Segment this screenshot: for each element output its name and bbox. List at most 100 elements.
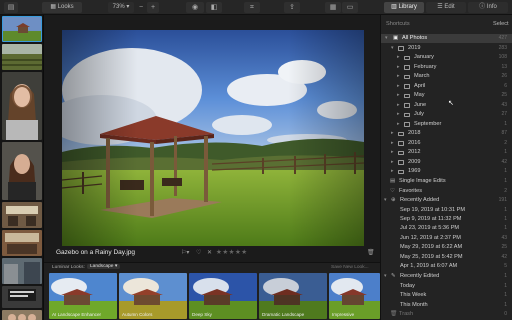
chevron-down-icon: ▾ <box>384 197 387 203</box>
sidebar-item-jun-12-2019-at-2-37-pm[interactable]: Jun 12, 2019 at 2:37 PM 43 <box>381 234 512 243</box>
thumbnail-gazebo[interactable] <box>2 16 42 42</box>
chevron-right-icon[interactable]: ▸ <box>397 91 400 100</box>
zoom-in-button[interactable]: + <box>147 2 159 13</box>
item-count: 283 <box>498 44 507 51</box>
chevron-right-icon[interactable]: ▸ <box>397 82 400 91</box>
sidebar-item-label: Trash <box>399 311 414 317</box>
sidebar-item-june[interactable]: ▸ June 43 <box>381 101 512 110</box>
sidebar-item-september[interactable]: ▸ September 1 <box>381 120 512 129</box>
sidebar-item-2019[interactable]: ▾ 2019 283 <box>381 44 512 53</box>
look-card-autumn-colors[interactable]: Autumn Colors <box>119 273 187 319</box>
tab-info[interactable]: ⓘ Info <box>468 2 508 13</box>
chevron-right-icon[interactable]: ▸ <box>391 167 394 176</box>
star-rating[interactable]: ★★★★★ <box>216 248 248 256</box>
sidebar-item-this-month[interactable]: This Month 1 <box>381 301 512 310</box>
thumbnail-vineyard[interactable] <box>2 44 42 70</box>
crop-icon[interactable]: ⌗ <box>244 2 260 13</box>
sidebar-item-label: Apr 1, 2019 at 6:07 AM <box>400 263 458 270</box>
chevron-right-icon[interactable]: ▸ <box>397 63 400 72</box>
sidebar-item-jul-23-2019-at-5-36-pm[interactable]: Jul 23, 2019 at 5:36 PM 1 <box>381 224 512 233</box>
sidebar-item-recently-added[interactable]: ▾ ⊕ Recently Added 191 <box>381 196 512 205</box>
item-count: 43 <box>501 101 507 108</box>
thumbnail-street[interactable] <box>2 258 42 284</box>
look-card-dramatic-landscape[interactable]: Dramatic Landscape <box>259 273 327 319</box>
thumbnail-group[interactable] <box>2 310 42 320</box>
chevron-right-icon[interactable]: ▸ <box>391 158 394 167</box>
sidebar-item-this-week[interactable]: This Week 1 <box>381 291 512 300</box>
thumbnail-sign[interactable] <box>2 286 42 308</box>
chevron-right-icon[interactable]: ▸ <box>391 139 394 148</box>
chevron-right-icon[interactable]: ▸ <box>391 129 394 138</box>
sidebar-item-sep-9-2019-at-11-32-pm[interactable]: Sep 9, 2019 at 11:32 PM 1 <box>381 215 512 224</box>
sidebar-item-march[interactable]: ▸ March 26 <box>381 72 512 81</box>
sidebar-item-label: Recently Edited <box>400 273 440 279</box>
chevron-right-icon[interactable]: ▸ <box>397 72 400 81</box>
folder-icon <box>404 55 410 60</box>
chevron-right-icon[interactable]: ▸ <box>391 148 394 157</box>
zoom-out-button[interactable]: − <box>136 2 146 13</box>
sidebar-item-february[interactable]: ▸ February 13 <box>381 63 512 72</box>
reject-icon[interactable]: ✕ <box>207 249 212 256</box>
sidebar-item-label: May <box>414 92 425 98</box>
sidebar-toggle-icon[interactable]: ▤ <box>4 2 18 13</box>
zoom-select[interactable]: 73% ▾ <box>108 2 134 13</box>
select-button[interactable]: Select <box>493 20 509 29</box>
sidebar-item-label: Jul 23, 2019 at 5:36 PM <box>400 225 460 232</box>
main-photo[interactable] <box>62 30 364 247</box>
sidebar-item-label: 2009 <box>408 158 421 165</box>
shortcuts-header: Shortcuts Select <box>381 20 512 29</box>
single-edit-icon: ▤ <box>390 178 396 184</box>
single-view-icon[interactable]: ▭ <box>342 2 358 13</box>
sidebar-item-2012[interactable]: ▸ 2012 1 <box>381 148 512 157</box>
sidebar-item-today[interactable]: Today 1 <box>381 282 512 291</box>
sidebar-item-2016[interactable]: ▸ 2016 2 <box>381 139 512 148</box>
thumbnail-portrait-1[interactable] <box>2 72 42 140</box>
sidebar-item-sep-19-2019-at-10-31-pm[interactable]: Sep 19, 2019 at 10:31 PM 1 <box>381 206 512 215</box>
sidebar-item-2018[interactable]: ▸ 2018 87 <box>381 129 512 138</box>
tab-library[interactable]: ▥ Library <box>384 2 424 13</box>
item-count: 26 <box>501 73 507 79</box>
sidebar-item-trash[interactable]: 🗑 Trash 0 <box>381 310 512 319</box>
tab-edit[interactable]: ☰ Edit <box>426 2 466 13</box>
look-card-label: Impressive <box>332 312 355 317</box>
sidebar-item-1969[interactable]: ▸ 1969 1 <box>381 167 512 176</box>
caption-bar: Gazebo on a Rainy Day.jpg ⚐▾ ♡ ✕ ★★★★★ 🗑 <box>44 246 380 262</box>
sidebar-item-may-25-2019-at-5-42-pm[interactable]: May 25, 2019 at 5:42 PM 42 <box>381 253 512 262</box>
sidebar-item-may-29-2019-at-6-22-am[interactable]: May 29, 2019 at 6:22 AM 25 <box>381 243 512 252</box>
gallery-grid-icon[interactable]: ▦ <box>325 2 341 13</box>
eye-icon[interactable]: ◉ <box>186 2 204 13</box>
thumbnail-storefront-2[interactable] <box>2 230 42 256</box>
look-card-ai-landscape[interactable]: AI Landscape Enhancer <box>49 273 117 319</box>
sidebar-item-january[interactable]: ▸ January 108 <box>381 53 512 62</box>
sidebar-item-2009[interactable]: ▸ 2009 42 <box>381 158 512 167</box>
sidebar-item-label: This Week <box>400 292 427 298</box>
looks-category-select[interactable]: Landscape ▾ <box>87 264 121 269</box>
thumbnail-portrait-2[interactable] <box>2 142 42 200</box>
look-card-impressive[interactable]: Impressive <box>329 273 380 319</box>
heart-icon[interactable]: ♡ <box>196 249 201 256</box>
sidebar-item-recently-edited[interactable]: ▾ ✎ Recently Edited 1 <box>381 272 512 281</box>
share-icon[interactable]: ⇪ <box>284 2 300 13</box>
sidebar-item-may[interactable]: ▸ May 25 <box>381 91 512 100</box>
trash-icon[interactable]: 🗑 <box>367 249 375 256</box>
folder-icon <box>398 141 404 146</box>
save-new-look-button[interactable]: Save New Look... <box>331 265 369 270</box>
thumbnail-storefront-1[interactable] <box>2 202 42 228</box>
sidebar-item-april[interactable]: ▸ April 6 <box>381 82 512 91</box>
sidebar-item-all-photos[interactable]: ▾ ▣ All Photos 427 <box>381 34 512 44</box>
chevron-right-icon[interactable]: ▸ <box>397 120 400 129</box>
sidebar-item-july[interactable]: ▸ July 27 <box>381 110 512 119</box>
sidebar-item-label: July <box>414 111 424 117</box>
flag-icon[interactable]: ⚐▾ <box>181 249 189 256</box>
chevron-right-icon[interactable]: ▸ <box>397 53 400 62</box>
chevron-right-icon[interactable]: ▸ <box>397 101 400 110</box>
sidebar-item-label: Favorites <box>399 187 423 194</box>
sidebar-item-favorites[interactable]: ♡ Favorites 2 <box>381 187 512 196</box>
chevron-down-icon: ▾ <box>385 35 388 41</box>
looks-button[interactable]: ▦ Looks <box>42 2 82 13</box>
compare-icon[interactable]: ◧ <box>206 2 222 13</box>
sidebar-item-apr-1-2019-at-6-07-am[interactable]: Apr 1, 2019 at 6:07 AM 5 <box>381 262 512 271</box>
sidebar-item-single-image-edits[interactable]: ▤ Single Image Edits 1 <box>381 177 512 186</box>
chevron-right-icon[interactable]: ▸ <box>397 110 400 119</box>
look-card-deep-sky[interactable]: Deep Sky <box>189 273 257 319</box>
